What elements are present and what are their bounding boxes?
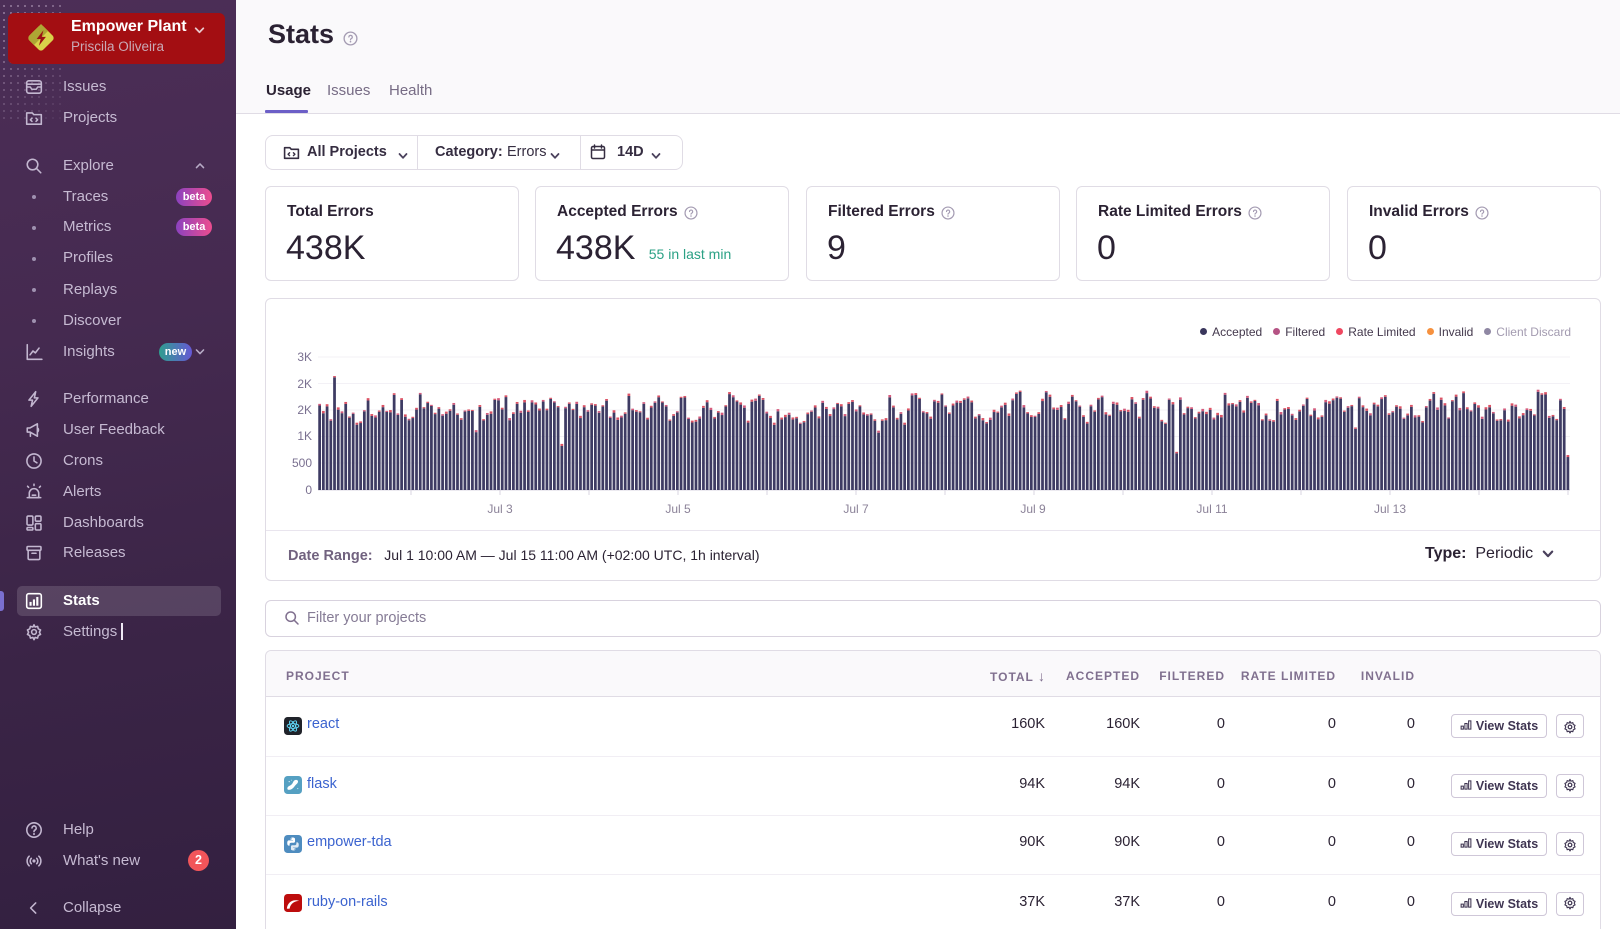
svg-text:2K: 2K [297,403,312,417]
svg-text:Jul 9: Jul 9 [1020,502,1046,516]
svg-text:Jul 5: Jul 5 [665,502,691,516]
svg-text:3K: 3K [297,350,312,364]
svg-text:Jul 3: Jul 3 [487,502,513,516]
svg-text:500: 500 [292,456,312,470]
svg-text:Jul 11: Jul 11 [1196,502,1227,516]
svg-text:0: 0 [305,483,312,497]
svg-text:2K: 2K [297,377,312,391]
svg-text:Jul 7: Jul 7 [843,502,869,516]
svg-text:Jul 13: Jul 13 [1374,502,1406,516]
svg-text:1K: 1K [297,429,312,443]
